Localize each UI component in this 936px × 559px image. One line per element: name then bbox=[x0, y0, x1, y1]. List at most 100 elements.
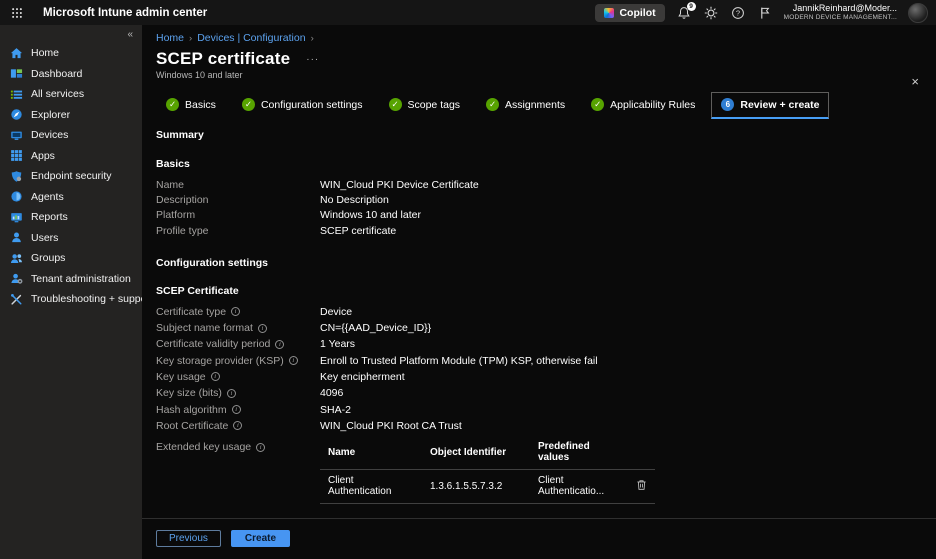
avatar[interactable] bbox=[908, 3, 928, 23]
step-complete-icon: ✓ bbox=[242, 98, 255, 111]
sidebar-item-groups[interactable]: Groups bbox=[0, 248, 142, 269]
app-launcher-icon[interactable] bbox=[0, 0, 34, 25]
scep-certificate-subheading: SCEP Certificate bbox=[156, 285, 936, 297]
summary-row-certificate-type: Certificate typei Device bbox=[156, 306, 936, 322]
eku-cell-name: Client Authentication bbox=[320, 470, 422, 504]
basics-rows: Name WIN_Cloud PKI Device Certificate De… bbox=[156, 179, 936, 240]
info-icon[interactable]: i bbox=[231, 307, 240, 316]
notifications-button[interactable]: 9 bbox=[676, 5, 692, 21]
tenant-admin-icon bbox=[10, 272, 23, 285]
sidebar-collapse-button[interactable]: « bbox=[0, 27, 142, 43]
sidebar-item-apps[interactable]: Apps bbox=[0, 146, 142, 167]
tab-basics[interactable]: ✓ Basics bbox=[156, 92, 226, 119]
summary-row-hash-algorithm: Hash algorithmi SHA-2 bbox=[156, 404, 936, 420]
info-icon[interactable]: i bbox=[233, 421, 242, 430]
info-icon[interactable]: i bbox=[232, 405, 241, 414]
dashboard-icon bbox=[10, 67, 23, 80]
step-complete-icon: ✓ bbox=[486, 98, 499, 111]
summary-row-key-size: Key size (bits)i 4096 bbox=[156, 387, 936, 403]
summary-row-subject-name-format: Subject name formati CN={{AAD_Device_ID}… bbox=[156, 322, 936, 338]
eku-header-name: Name bbox=[320, 438, 422, 470]
review-summary: Summary Basics Name WIN_Cloud PKI Device… bbox=[142, 129, 936, 504]
help-button[interactable]: ? bbox=[730, 5, 746, 21]
tab-label: Assignments bbox=[505, 99, 565, 111]
eku-cell-oid: 1.3.6.1.5.5.7.3.2 bbox=[422, 470, 530, 504]
sidebar-item-users[interactable]: Users bbox=[0, 228, 142, 249]
step-number-badge: 6 bbox=[721, 98, 734, 111]
feedback-flag-icon bbox=[758, 6, 772, 20]
sidebar-item-reports[interactable]: Reports bbox=[0, 207, 142, 228]
info-icon[interactable]: i bbox=[289, 356, 298, 365]
app-title[interactable]: Microsoft Intune admin center bbox=[43, 7, 207, 19]
summary-row-name: Name WIN_Cloud PKI Device Certificate bbox=[156, 179, 936, 194]
eku-header-actions bbox=[628, 438, 655, 470]
user-icon bbox=[10, 231, 23, 244]
trash-icon bbox=[636, 479, 647, 491]
sidebar-item-devices[interactable]: Devices bbox=[0, 125, 142, 146]
basics-heading: Basics bbox=[156, 158, 936, 170]
tab-applicability-rules[interactable]: ✓ Applicability Rules bbox=[581, 92, 705, 119]
step-complete-icon: ✓ bbox=[166, 98, 179, 111]
tab-scope-tags[interactable]: ✓ Scope tags bbox=[379, 92, 471, 119]
sidebar-item-agents[interactable]: Agents bbox=[0, 187, 142, 208]
eku-header-predefined: Predefined values bbox=[530, 438, 628, 470]
sidebar-item-dashboard[interactable]: Dashboard bbox=[0, 64, 142, 85]
summary-heading: Summary bbox=[156, 129, 936, 141]
summary-row-key-usage: Key usagei Key encipherment bbox=[156, 371, 936, 387]
devices-icon bbox=[10, 129, 23, 142]
account-menu[interactable]: JannikReinhard@Moder... MODERN DEVICE MA… bbox=[784, 3, 897, 22]
settings-button[interactable] bbox=[703, 5, 719, 21]
gear-icon bbox=[704, 6, 718, 20]
sidebar-item-all-services[interactable]: All services bbox=[0, 84, 142, 105]
info-icon[interactable]: i bbox=[256, 443, 265, 452]
feedback-button[interactable] bbox=[757, 5, 773, 21]
copilot-icon bbox=[604, 8, 614, 18]
breadcrumb-devices-configuration[interactable]: Devices | Configuration bbox=[197, 32, 305, 44]
tab-review-create[interactable]: 6 Review + create bbox=[711, 92, 829, 119]
sidebar-item-tenant-administration[interactable]: Tenant administration bbox=[0, 269, 142, 290]
apps-grid-icon bbox=[10, 149, 23, 162]
shield-icon bbox=[10, 170, 23, 183]
sidebar-item-endpoint-security[interactable]: Endpoint security bbox=[0, 166, 142, 187]
create-button[interactable]: Create bbox=[231, 530, 290, 547]
summary-row-root-certificate: Root Certificatei WIN_Cloud PKI Root CA … bbox=[156, 420, 936, 436]
delete-row-button[interactable] bbox=[636, 479, 647, 494]
page-title: SCEP certificate bbox=[156, 49, 290, 69]
previous-button[interactable]: Previous bbox=[156, 530, 221, 547]
info-icon[interactable]: i bbox=[275, 340, 284, 349]
chevron-right-icon: › bbox=[189, 33, 192, 44]
tab-configuration-settings[interactable]: ✓ Configuration settings bbox=[232, 92, 373, 119]
summary-row-extended-key-usage: Extended key usagei Name Object Identifi… bbox=[156, 438, 936, 504]
tab-label: Configuration settings bbox=[261, 99, 363, 111]
eku-cell-predefined: Client Authenticatio... bbox=[530, 470, 628, 504]
configuration-settings-heading: Configuration settings bbox=[156, 257, 936, 269]
tab-assignments[interactable]: ✓ Assignments bbox=[476, 92, 575, 119]
summary-row-profile-type: Profile type SCEP certificate bbox=[156, 225, 936, 240]
info-icon[interactable]: i bbox=[227, 389, 236, 398]
waffle-grid-icon bbox=[11, 7, 23, 19]
breadcrumb-home[interactable]: Home bbox=[156, 32, 184, 44]
home-icon bbox=[10, 47, 23, 60]
configuration-rows: Certificate typei Device Subject name fo… bbox=[156, 306, 936, 504]
groups-icon bbox=[10, 252, 23, 265]
info-icon[interactable]: i bbox=[211, 372, 220, 381]
page-subtitle: Windows 10 and later bbox=[142, 70, 936, 80]
copilot-button[interactable]: Copilot bbox=[595, 4, 664, 22]
tab-label: Basics bbox=[185, 99, 216, 111]
sidebar-item-troubleshooting[interactable]: Troubleshooting + support bbox=[0, 289, 142, 310]
info-icon[interactable]: i bbox=[258, 324, 267, 333]
more-options-icon[interactable]: ··· bbox=[306, 54, 319, 65]
close-button[interactable]: × bbox=[911, 75, 919, 88]
wizard-steps: ✓ Basics ✓ Configuration settings ✓ Scop… bbox=[142, 92, 936, 119]
sidebar-item-explorer[interactable]: Explorer bbox=[0, 105, 142, 126]
tab-label: Review + create bbox=[740, 99, 819, 111]
summary-row-platform: Platform Windows 10 and later bbox=[156, 209, 936, 224]
agents-icon bbox=[10, 190, 23, 203]
explorer-compass-icon bbox=[10, 108, 23, 121]
extended-key-usage-table: Name Object Identifier Predefined values… bbox=[320, 438, 655, 504]
sidebar-item-home[interactable]: Home bbox=[0, 43, 142, 64]
notification-badge: 9 bbox=[687, 2, 696, 11]
summary-row-certificate-validity-period: Certificate validity periodi 1 Years bbox=[156, 338, 936, 354]
sidebar: « Home Dashboard All services Explorer D… bbox=[0, 25, 142, 559]
main-panel: Home › Devices | Configuration › × SCEP … bbox=[142, 25, 936, 559]
